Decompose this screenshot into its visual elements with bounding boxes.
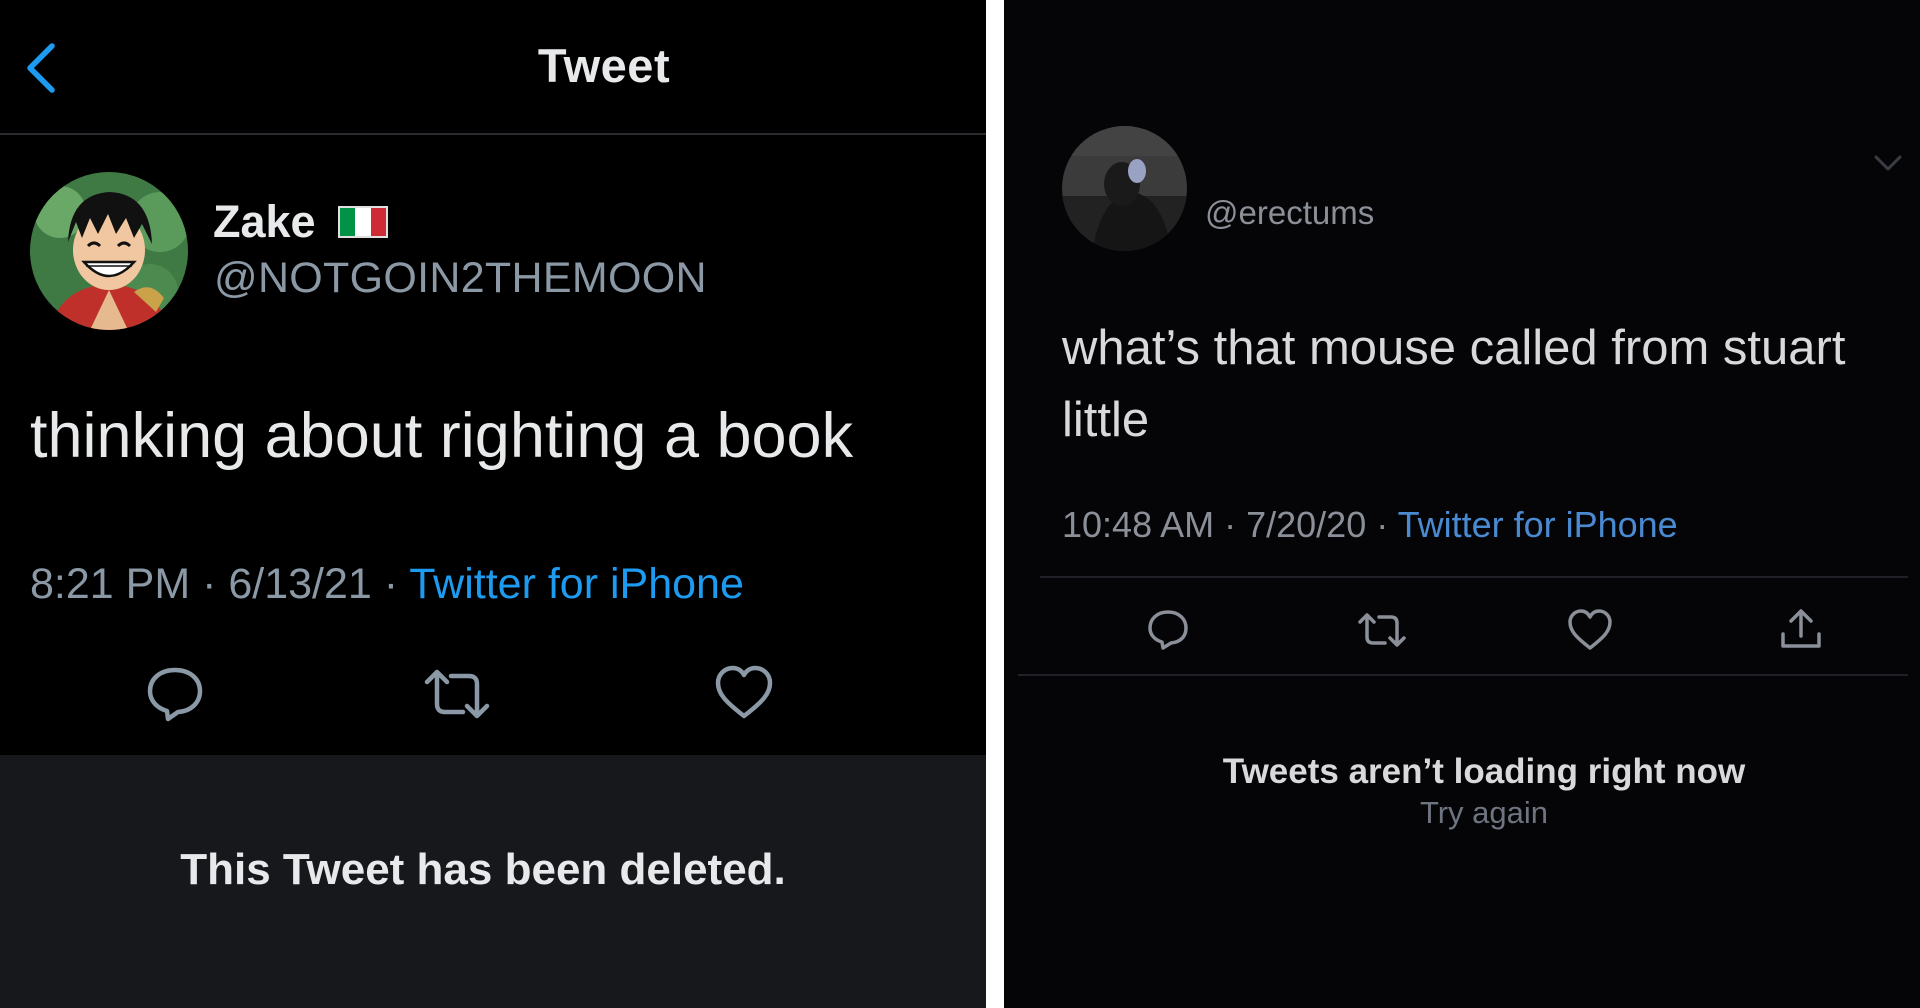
meta-separator: · — [1214, 504, 1247, 545]
tweet-date: 7/20/20 — [1246, 504, 1367, 545]
tweet-time: 10:48 AM — [1062, 504, 1215, 545]
tweet-time: 8:21 PM — [30, 560, 191, 608]
tweet-text: thinking about righting a book — [30, 401, 854, 471]
like-icon[interactable] — [1567, 608, 1613, 652]
divider — [1040, 576, 1908, 578]
reply-icon[interactable] — [1146, 608, 1190, 652]
retweet-icon[interactable] — [1356, 610, 1408, 650]
avatar[interactable] — [30, 172, 188, 330]
share-icon[interactable] — [1778, 606, 1824, 652]
meta-separator: · — [1366, 504, 1398, 545]
avatar[interactable] — [1062, 126, 1187, 251]
error-message: Tweets aren’t loading right now — [1222, 752, 1746, 791]
source-link[interactable]: Twitter for iPhone — [409, 560, 744, 608]
tweet-meta: 8:21 PM · 6/13/21 · Twitter for iPhone — [30, 560, 744, 609]
try-again-link[interactable]: Try again — [1004, 795, 1920, 831]
chevron-down-icon[interactable] — [1870, 150, 1906, 176]
right-tweet-screen: @erectums what’s that mouse called from … — [1004, 0, 1920, 1008]
italy-flag-icon — [338, 206, 388, 238]
nav-header: Tweet — [0, 0, 986, 135]
left-tweet-screen: Tweet Zake @NOTGOIN2THEMOON thinking abo… — [0, 0, 986, 1008]
user-handle[interactable]: @erectums — [1205, 194, 1374, 232]
tweet-date: 6/13/21 — [228, 560, 372, 608]
back-icon[interactable] — [22, 38, 62, 98]
display-name[interactable]: Zake — [213, 196, 316, 248]
like-icon[interactable] — [714, 664, 774, 722]
divider — [1018, 674, 1908, 676]
meta-separator: · — [190, 560, 229, 608]
deleted-notice: This Tweet has been deleted. — [180, 845, 786, 894]
tweet-meta: 10:48 AM · 7/20/20 · Twitter for iPhone — [1062, 504, 1678, 546]
retweet-icon[interactable] — [421, 666, 493, 722]
reply-icon[interactable] — [146, 666, 204, 722]
meta-separator: · — [371, 560, 410, 608]
source-link[interactable]: Twitter for iPhone — [1398, 504, 1678, 545]
user-handle[interactable]: @NOTGOIN2THEMOON — [214, 254, 707, 303]
tweet-text: what’s that mouse called from stuart lit… — [1062, 321, 1846, 447]
page-title: Tweet — [537, 39, 671, 92]
